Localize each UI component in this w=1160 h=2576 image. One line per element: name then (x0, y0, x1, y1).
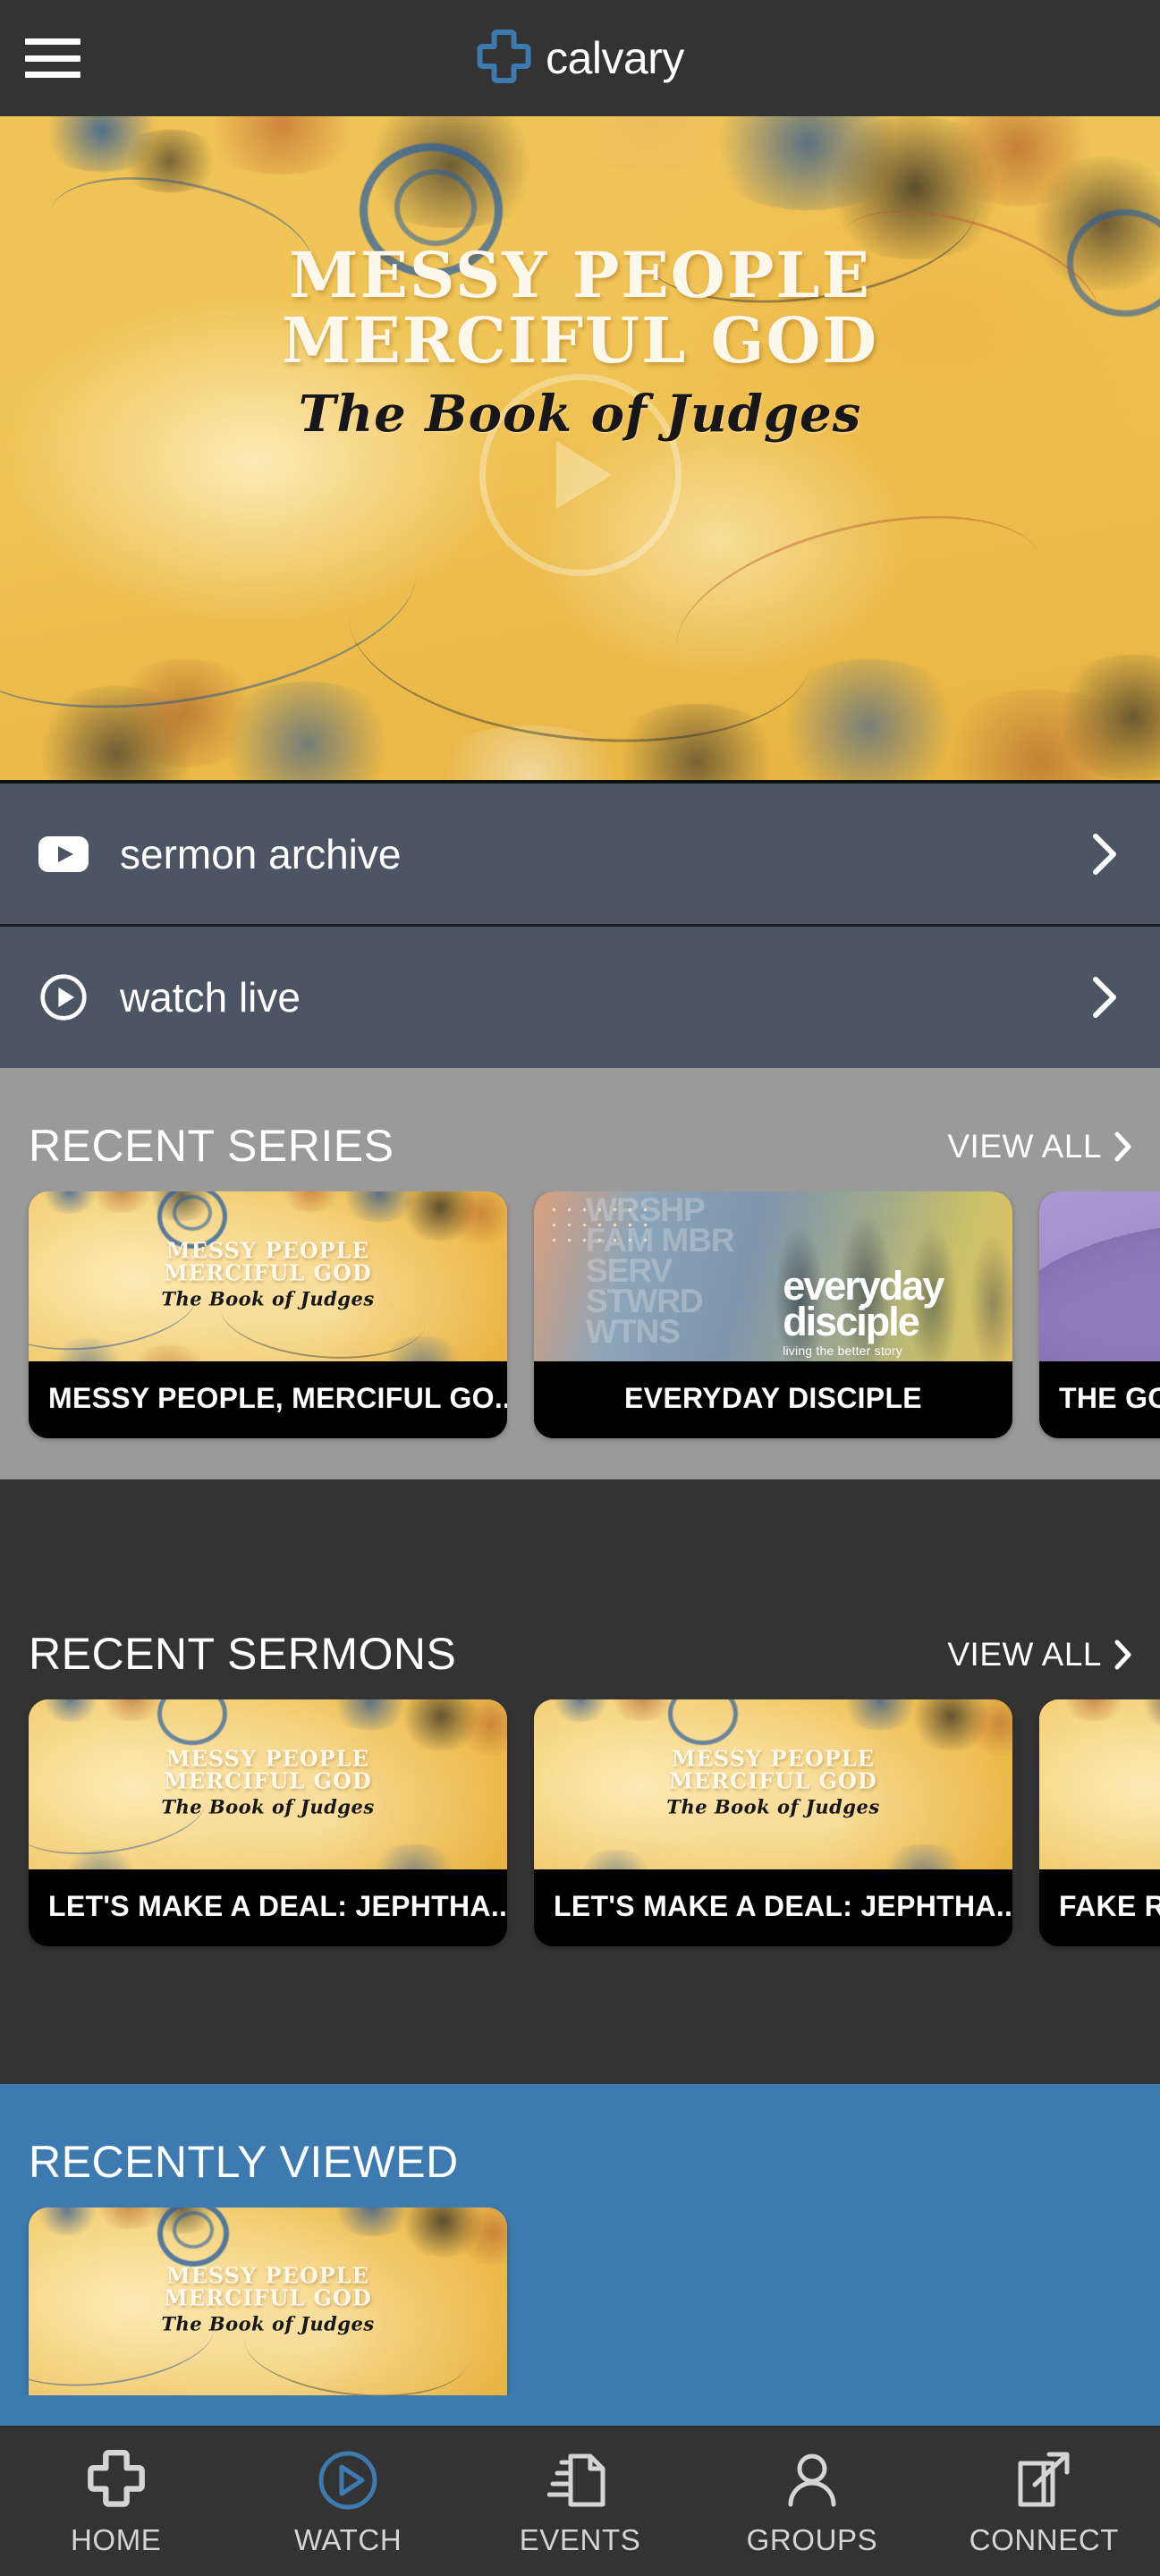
chevron-right-icon (1093, 977, 1116, 1018)
nav-item-groups[interactable]: GROUPS (696, 2428, 927, 2576)
card-thumbnail: MESSY PEOPLE MERCIFUL GOD The Book of Ju… (1039, 1699, 1160, 1869)
card-caption: LET'S MAKE A DEAL: JEPHTHA... (534, 1869, 1012, 1946)
card-caption: MESSY PEOPLE, MERCIFUL GO... (29, 1361, 507, 1438)
section-title: RECENTLY VIEWED (29, 2137, 459, 2187)
thumb-title-line1: MESSY PEOPLE (166, 1237, 369, 1264)
section-header: RECENT SERMONS VIEW ALL (0, 1576, 1160, 1699)
series-card[interactable]: THE G m THE F THE GOSPEL (1039, 1191, 1160, 1438)
section-header: RECENTLY VIEWED (0, 2084, 1160, 2207)
hero-title-block: MESSY PEOPLE MERCIFUL GOD The Book of Ju… (0, 238, 1160, 444)
hero-title-line1: MESSY PEOPLE (289, 238, 871, 312)
view-all-label: VIEW ALL (947, 1636, 1102, 1673)
hamburger-bar (25, 55, 80, 62)
thumb-logo-tagline: living the better story (783, 1343, 902, 1358)
card-thumbnail: MESSY PEOPLE MERCIFUL GOD The Book of Ju… (29, 2207, 507, 2395)
circle-play-icon (38, 971, 89, 1023)
section-title: RECENT SERIES (29, 1121, 394, 1171)
thumb-title-line2: MERCIFUL GOD (669, 1767, 877, 1794)
quick-link-watch-live[interactable]: watch live (0, 924, 1160, 1068)
calvary-cross-icon (87, 2447, 146, 2513)
quick-link-sermon-archive[interactable]: sermon archive (0, 780, 1160, 924)
section-title: RECENT SERMONS (29, 1629, 457, 1679)
card-thumbnail: MESSY PEOPLE MERCIFUL GOD The Book of Ju… (534, 1699, 1012, 1869)
hero-subtitle: The Book of Judges (298, 384, 862, 444)
nav-item-connect[interactable]: CONNECT (928, 2428, 1160, 2576)
youtube-play-icon (38, 828, 89, 880)
calvary-cross-logo-icon (477, 30, 531, 83)
sermon-card[interactable]: MESSY PEOPLE MERCIFUL GOD The Book of Ju… (1039, 1699, 1160, 1946)
nav-item-events[interactable]: EVENTS (464, 2428, 696, 2576)
series-card[interactable]: MESSY PEOPLE MERCIFUL GOD The Book of Ju… (29, 1191, 507, 1438)
sermon-card[interactable]: MESSY PEOPLE MERCIFUL GOD The Book of Ju… (29, 1699, 507, 1946)
section-recent-sermons: RECENT SERMONS VIEW ALL MESSY PEOPLE MER… (0, 1576, 1160, 1987)
card-thumbnail: THE G m THE F (1039, 1191, 1160, 1361)
brand-logo[interactable]: calvary (476, 30, 684, 87)
brand-name: calvary (546, 33, 684, 83)
chevron-right-icon (1114, 1131, 1131, 1162)
thumb-title-line1: MESSY PEOPLE (166, 1745, 369, 1772)
thumb-logo-line2: disciple (783, 1299, 920, 1344)
thumb-subtitle: The Book of Judges (666, 1796, 880, 1819)
nav-label: WATCH (293, 2522, 402, 2556)
view-all-link-series[interactable]: VIEW ALL (947, 1128, 1131, 1168)
thumb-title-line1: MESSY PEOPLE (672, 1745, 875, 1772)
recently-viewed-card-rail[interactable]: MESSY PEOPLE MERCIFUL GOD The Book of Ju… (0, 2207, 1160, 2395)
hamburger-menu-icon[interactable] (25, 38, 80, 78)
hero-title-line2: MERCIFUL GOD (281, 302, 879, 377)
nav-label: EVENTS (519, 2522, 641, 2556)
person-icon (781, 2447, 843, 2513)
thumb-word-stack: WRSHP FAM MBR SERV STWRD WTNS (586, 1191, 735, 1351)
series-card-rail[interactable]: MESSY PEOPLE MERCIFUL GOD The Book of Ju… (0, 1191, 1160, 1479)
card-caption: LET'S MAKE A DEAL: JEPHTHA... (29, 1869, 507, 1946)
nav-label: HOME (71, 2522, 162, 2556)
nav-item-home[interactable]: HOME (0, 2428, 232, 2576)
quick-link-label: watch live (120, 974, 301, 1021)
view-all-label: VIEW ALL (947, 1128, 1102, 1165)
document-motion-icon (546, 2447, 614, 2513)
sermon-card[interactable]: MESSY PEOPLE MERCIFUL GOD The Book of Ju… (534, 1699, 1012, 1946)
card-thumbnail: MESSY PEOPLE MERCIFUL GOD The Book of Ju… (29, 1191, 507, 1361)
section-recent-series: RECENT SERIES VIEW ALL MESSY PEOPLE MERC… (0, 1068, 1160, 1479)
thumb-title-line2: MERCIFUL GOD (164, 1259, 372, 1286)
series-card[interactable]: WRSHP FAM MBR SERV STWRD WTNS everyday disci… (534, 1191, 1012, 1438)
app-root: calvary MESSY PEOPLE MERCIFUL GOD The Bo… (0, 0, 1160, 2576)
thumb-title-line1: MESSY PEOPLE (166, 2262, 369, 2289)
chevron-right-icon (1093, 833, 1116, 875)
card-caption: EVERYDAY DISCIPLE (534, 1361, 1012, 1438)
view-all-link-sermons[interactable]: VIEW ALL (947, 1636, 1131, 1676)
app-header: calvary (0, 0, 1160, 116)
nav-label: GROUPS (746, 2522, 878, 2556)
thumb-title-line2: MERCIFUL GOD (164, 2284, 372, 2311)
nav-label: CONNECT (969, 2522, 1120, 2556)
thumb-logo: everyday disciple living the better stor… (783, 1266, 944, 1358)
hamburger-bar (25, 38, 80, 45)
card-thumbnail: MESSY PEOPLE MERCIFUL GOD The Book of Ju… (29, 1699, 507, 1869)
recently-viewed-card[interactable]: MESSY PEOPLE MERCIFUL GOD The Book of Ju… (29, 2207, 507, 2395)
hamburger-bar (25, 72, 80, 78)
external-link-icon (1012, 2447, 1076, 2513)
thumb-subtitle: The Book of Judges (161, 1288, 375, 1311)
sermon-card-rail[interactable]: MESSY PEOPLE MERCIFUL GOD The Book of Ju… (0, 1699, 1160, 1987)
section-header: RECENT SERIES VIEW ALL (0, 1068, 1160, 1191)
card-caption: THE GOSPEL (1039, 1361, 1160, 1438)
quick-link-label: sermon archive (120, 830, 402, 877)
chevron-right-icon (1114, 1640, 1131, 1670)
thumb-subtitle: The Book of Judges (161, 2313, 375, 2336)
bottom-navigation: HOME WATCH EVENTS GROUPS CONNECT (0, 2426, 1160, 2576)
card-caption: FAKE REPENTANCE (1039, 1869, 1160, 1946)
thumb-subtitle: The Book of Judges (161, 1796, 375, 1819)
nav-item-watch[interactable]: WATCH (232, 2428, 463, 2576)
hero-banner[interactable]: MESSY PEOPLE MERCIFUL GOD The Book of Ju… (0, 116, 1160, 780)
quick-links: sermon archive watch live (0, 780, 1160, 1068)
circle-play-icon (317, 2447, 379, 2513)
thumb-title-line2: MERCIFUL GOD (164, 1767, 372, 1794)
card-thumbnail: WRSHP FAM MBR SERV STWRD WTNS everyday disci… (534, 1191, 1012, 1361)
